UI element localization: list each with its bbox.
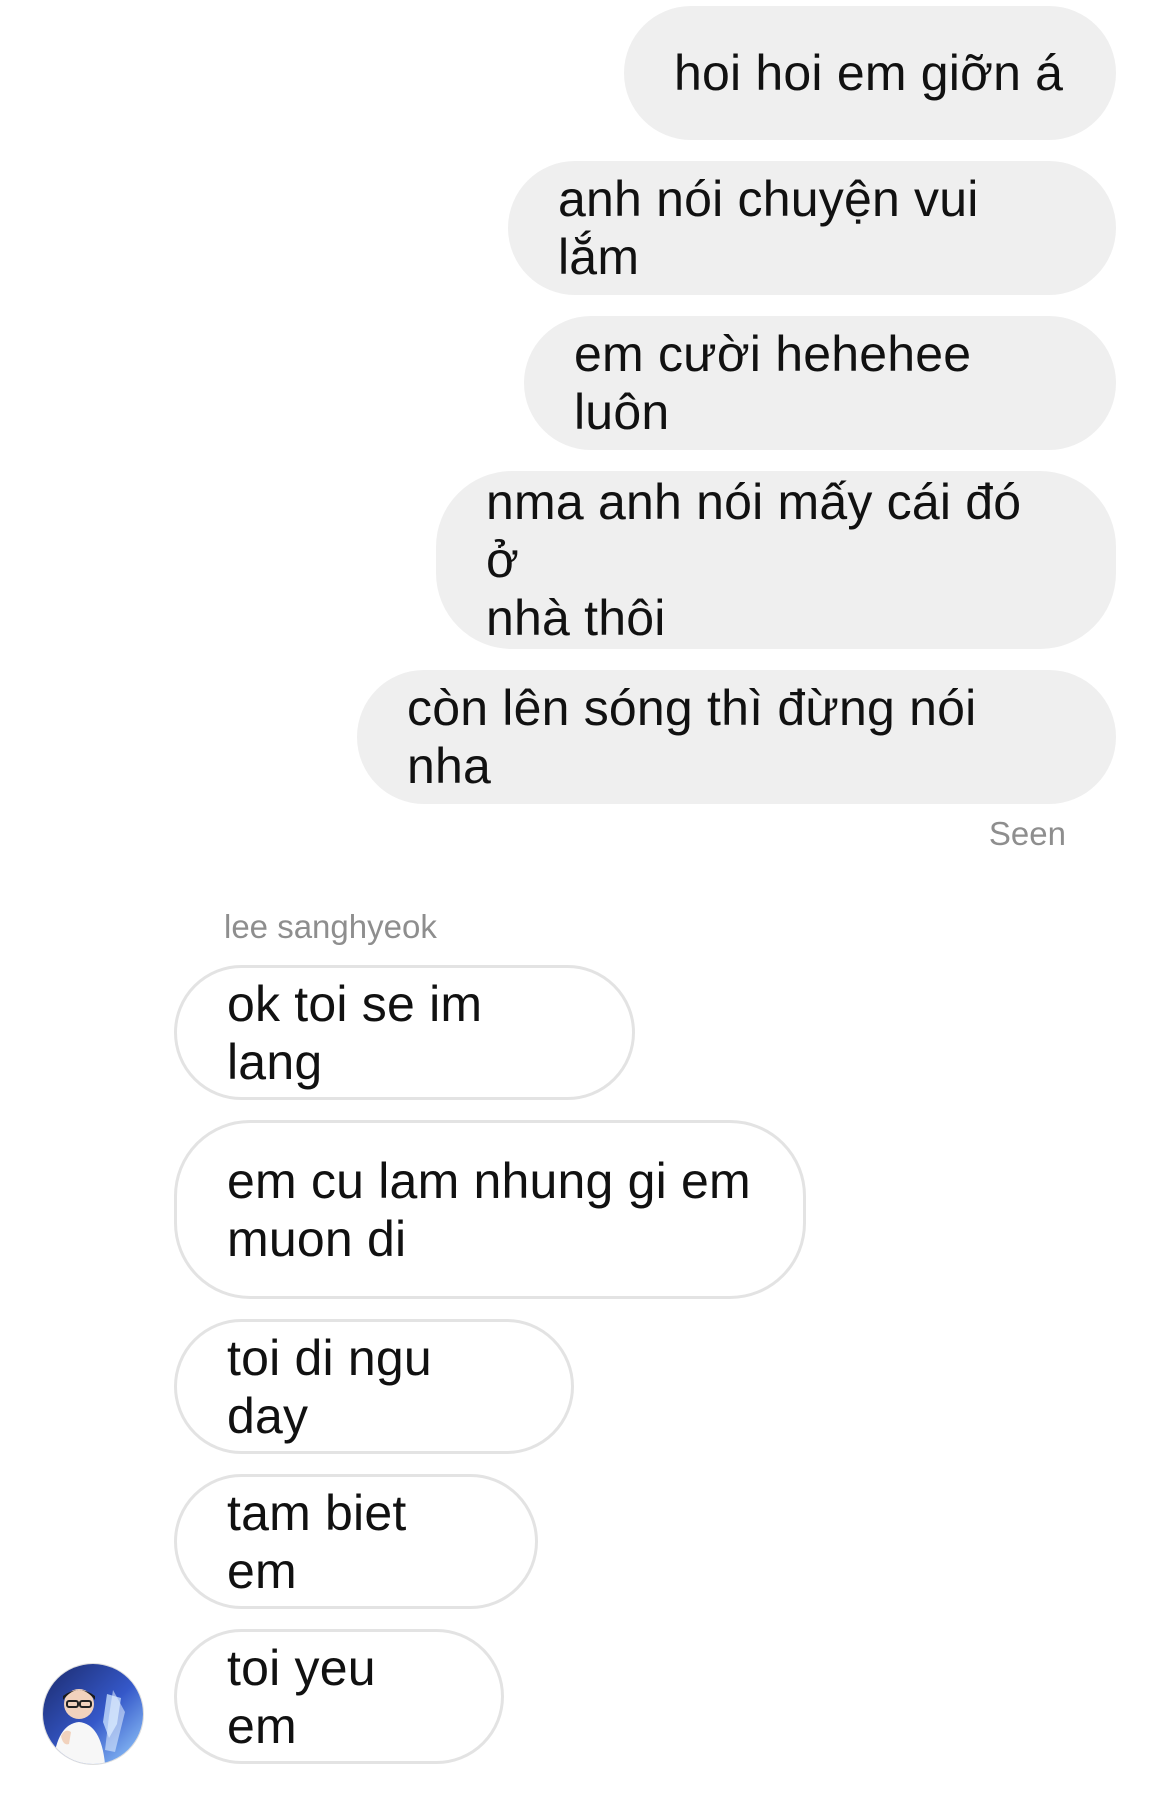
received-message[interactable]: toi yeu em <box>174 1629 504 1764</box>
sent-message[interactable]: còn lên sóng thì đừng nói nha <box>357 670 1116 804</box>
sent-message[interactable]: hoi hoi em giỡn á <box>624 6 1116 140</box>
received-message[interactable]: em cu lam nhung gi em muon di <box>174 1120 806 1299</box>
received-message[interactable]: ok toi se im lang <box>174 965 635 1100</box>
sent-message[interactable]: nma anh nói mấy cái đó ở nhà thôi <box>436 471 1116 649</box>
sender-name: lee sanghyeok <box>224 908 437 945</box>
received-message[interactable]: toi di ngu day <box>174 1319 574 1454</box>
sent-message[interactable]: anh nói chuyện vui lắm <box>508 161 1116 295</box>
seen-status: Seen <box>988 815 1066 852</box>
avatar-image <box>43 1664 143 1764</box>
message-thread: hoi hoi em giỡn á anh nói chuyện vui lắm… <box>0 0 1170 1807</box>
contact-avatar[interactable] <box>42 1663 144 1765</box>
sent-message[interactable]: em cười hehehee luôn <box>524 316 1116 450</box>
received-message[interactable]: tam biet em <box>174 1474 538 1609</box>
